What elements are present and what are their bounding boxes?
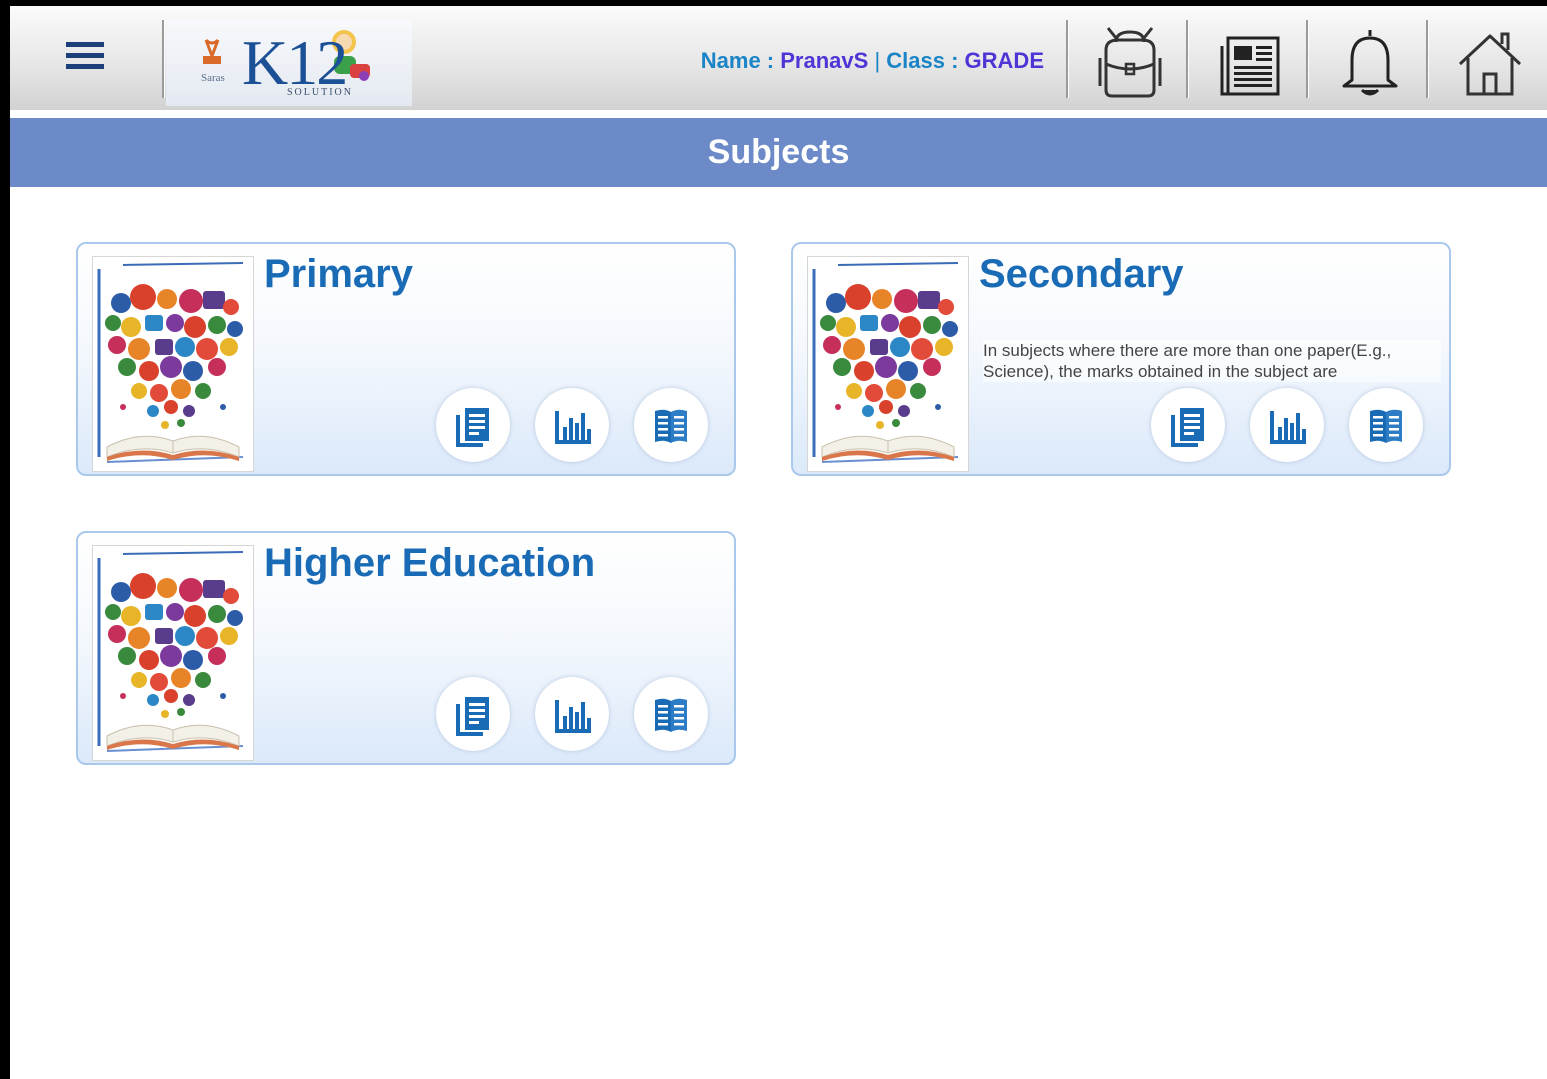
app-screen: Saras K12 SOLUTION Name : PranavS | Clas… xyxy=(10,6,1547,1079)
class-label: Class : xyxy=(886,48,965,73)
user-name: PranavS xyxy=(780,48,869,73)
open-book-icon[interactable] xyxy=(634,677,708,751)
subject-title: Secondary xyxy=(979,252,1184,296)
subject-description: In subjects where there are more than on… xyxy=(983,340,1441,382)
user-info: Name : PranavS | Class : GRADE xyxy=(610,48,1044,74)
top-bar: Saras K12 SOLUTION Name : PranavS | Clas… xyxy=(10,6,1547,110)
logo-tagline-text: SOLUTION xyxy=(287,87,353,98)
document-icon[interactable] xyxy=(1151,388,1225,462)
page-title-bar: Subjects xyxy=(10,118,1547,187)
subject-card-secondary[interactable]: Secondary In subjects where there are mo… xyxy=(791,242,1451,476)
school-bag-icon[interactable] xyxy=(1090,24,1170,100)
subject-title: Primary xyxy=(264,252,413,296)
subject-thumbnail xyxy=(807,256,969,472)
subject-thumbnail xyxy=(92,256,254,472)
header-gap xyxy=(10,110,1547,118)
divider xyxy=(1186,20,1189,98)
logo-brand-text: Saras xyxy=(201,72,225,84)
document-icon[interactable] xyxy=(436,388,510,462)
divider xyxy=(1066,20,1069,98)
page-title: Subjects xyxy=(707,133,850,171)
home-icon[interactable] xyxy=(1450,24,1530,100)
open-book-icon[interactable] xyxy=(1349,388,1423,462)
document-icon[interactable] xyxy=(436,677,510,751)
subject-card-higher-education[interactable]: Higher Education xyxy=(76,531,736,765)
divider xyxy=(1306,20,1309,98)
subject-thumbnail xyxy=(92,545,254,761)
open-book-icon[interactable] xyxy=(634,388,708,462)
user-class: GRADE xyxy=(964,48,1044,73)
user-info-separator: | xyxy=(874,48,881,73)
subject-card-primary[interactable]: Primary xyxy=(76,242,736,476)
bell-icon[interactable] xyxy=(1330,24,1410,100)
divider xyxy=(162,20,165,98)
subject-title: Higher Education xyxy=(264,541,596,585)
name-label: Name : xyxy=(700,48,781,73)
newspaper-icon[interactable] xyxy=(1210,24,1290,100)
hamburger-menu-icon[interactable] xyxy=(62,40,108,74)
bar-chart-icon[interactable] xyxy=(535,388,609,462)
divider xyxy=(1426,20,1429,98)
bar-chart-icon[interactable] xyxy=(1250,388,1324,462)
bar-chart-icon[interactable] xyxy=(535,677,609,751)
k12-logo: Saras K12 SOLUTION xyxy=(166,20,412,106)
